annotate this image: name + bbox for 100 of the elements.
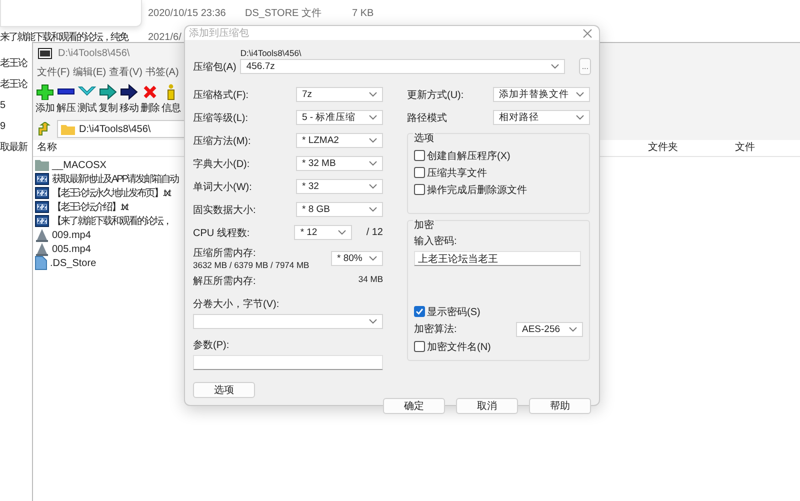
file-name[interactable]: 【老王论坛介绍】.txt [52, 200, 128, 214]
chevron-icon [551, 64, 560, 68]
checkbox[interactable] [414, 184, 425, 195]
toolbar-button[interactable]: 添加 [35, 84, 55, 115]
dropdown[interactable]: AES-256 [516, 322, 583, 336]
date-cell: 2021/6/ [148, 32, 182, 42]
file-name[interactable]: .DS_Store [50, 258, 96, 268]
browse-button[interactable]: ... [579, 58, 591, 75]
field-label: 加密算法: [414, 322, 457, 336]
cone-icon [35, 228, 49, 242]
archive-file-icon [35, 201, 49, 213]
file-name-cell-text: 9 [0, 120, 5, 134]
field-label: 字典大小(D): [193, 158, 250, 170]
checkbox-label: 显示密码(S) [427, 306, 480, 318]
field-label: CPU 线程数: [193, 226, 250, 240]
archive-file-icon [35, 187, 49, 199]
toolbar-button[interactable]: 解压 [56, 84, 76, 115]
options-button[interactable]: 选项 [193, 382, 255, 398]
chevron-icon [369, 207, 377, 212]
checkbox-label: 创建自解压程序(X) [427, 150, 510, 162]
field-label: 路径模式 [407, 112, 447, 124]
field-label: 输入密码: [414, 234, 458, 248]
field-label: 更新方式(U): [407, 88, 464, 102]
dropdown[interactable]: 5 - 标准压缩 [296, 110, 383, 125]
size-cell: 7 KB [352, 8, 374, 18]
group-title: 选项 [413, 131, 435, 145]
column-header[interactable]: 文件 [735, 140, 755, 156]
dialog-button[interactable]: 帮助 [529, 398, 591, 414]
chevron-icon [569, 326, 577, 332]
thread-total: / 12 [366, 227, 383, 238]
checkbox-label: 压缩共享文件 [427, 166, 487, 180]
checkbox-label: 操作完成后删除源文件 [427, 184, 527, 196]
file-name-cell-text: 来了就能下载和观看的论坛，纯免 [0, 30, 129, 44]
chevron-icon [576, 115, 584, 120]
file-name[interactable]: 005.mp4 [52, 244, 91, 254]
arrow-right-icon [120, 84, 138, 100]
dropdown[interactable]: * LZMA2 [296, 133, 383, 148]
toolbar-button[interactable]: 删除 [140, 84, 160, 115]
folder-path: D:\i4Tools8\456\ [240, 48, 302, 58]
dropdown[interactable]: * 32 [296, 179, 383, 194]
chevron-icon [369, 161, 377, 166]
dialog-button[interactable]: 确定 [383, 398, 445, 414]
group-title: 加密 [413, 218, 435, 232]
file-name[interactable]: __MACOSX [52, 160, 106, 170]
chevron-icon [369, 256, 377, 261]
up-folder-icon[interactable] [37, 122, 51, 136]
info-icon [167, 84, 175, 100]
type-cell-text: DS_STORE 文件 [245, 6, 322, 20]
chevron-icon [369, 138, 377, 143]
menu-item[interactable]: 查看(V) [109, 65, 142, 79]
file-name-cell-text: 老王论 [0, 78, 27, 92]
cone-icon [35, 242, 49, 256]
dialog-button[interactable]: 取消 [456, 398, 518, 414]
menu-item[interactable]: 书签(A) [145, 65, 179, 79]
field-label: 解压所需内存: [193, 274, 256, 288]
menu-item[interactable]: 文件(F) [37, 65, 70, 79]
column-header[interactable]: 文件夹 [648, 140, 678, 156]
field-label: 分卷大小，字节(V): [193, 298, 280, 311]
checkbox[interactable] [414, 306, 425, 317]
file-name[interactable]: 【来了就能下载和观看的论坛， [52, 214, 171, 228]
toolbar-button[interactable]: 测试 [77, 84, 97, 115]
cross-icon [141, 84, 159, 100]
dropdown[interactable]: * 80% [331, 251, 383, 266]
file-name-cell-text: 取最新 [0, 140, 27, 155]
dropdown[interactable]: * 12 [294, 225, 352, 240]
password-field[interactable]: 上老王论坛当老王 [414, 251, 581, 266]
file-name-cell-text: 5 [0, 99, 5, 113]
dropdown[interactable]: * 8 GB [296, 202, 383, 217]
file-name[interactable]: 009.mp4 [52, 230, 91, 240]
file-icon [35, 256, 47, 270]
dropdown[interactable]: 添加并替换文件 [493, 87, 590, 102]
plus-icon [36, 84, 54, 100]
archive-file-icon [35, 215, 49, 227]
toolbar-button[interactable]: 信息 [161, 84, 181, 115]
close-icon[interactable] [583, 28, 592, 38]
memory-usage: 3632 MB / 6379 MB / 7974 MB [193, 260, 310, 270]
dialog-title: 添加到压缩包 [189, 26, 249, 40]
toolbar-button[interactable]: 复制 [98, 84, 118, 115]
menu-item[interactable]: 编辑(E) [72, 65, 106, 79]
checkbox[interactable] [414, 167, 425, 178]
toolbar-button[interactable]: 移动 [119, 84, 139, 115]
field-label: 单词大小(W): [193, 180, 252, 194]
file-name-cell-text: 老王论 [0, 56, 27, 71]
arrow-right-icon [99, 84, 117, 100]
parameters-field[interactable] [193, 355, 383, 370]
dropdown[interactable]: * 32 MB [296, 156, 383, 171]
chevron-icon [369, 115, 377, 120]
folder-icon [61, 124, 75, 134]
dropdown[interactable]: 相对路径 [493, 110, 590, 125]
window-title: D:\i4Tools8\456\ [58, 48, 130, 58]
app-icon [38, 48, 52, 58]
checkbox[interactable] [414, 150, 425, 161]
checkbox[interactable] [414, 341, 425, 352]
file-name[interactable]: 【老王论坛永久地址发布页】.txt [52, 186, 170, 200]
file-name[interactable]: 获取最新地址及APP请发邮箱自动 [52, 172, 178, 186]
memory-value: 34 MB [358, 274, 383, 286]
field-label: 压缩包(A) [193, 60, 236, 74]
dropdown[interactable]: 7z [296, 87, 383, 102]
column-header[interactable]: 名称 [37, 140, 57, 156]
archive-name-field[interactable]: 456.7z [240, 58, 566, 74]
